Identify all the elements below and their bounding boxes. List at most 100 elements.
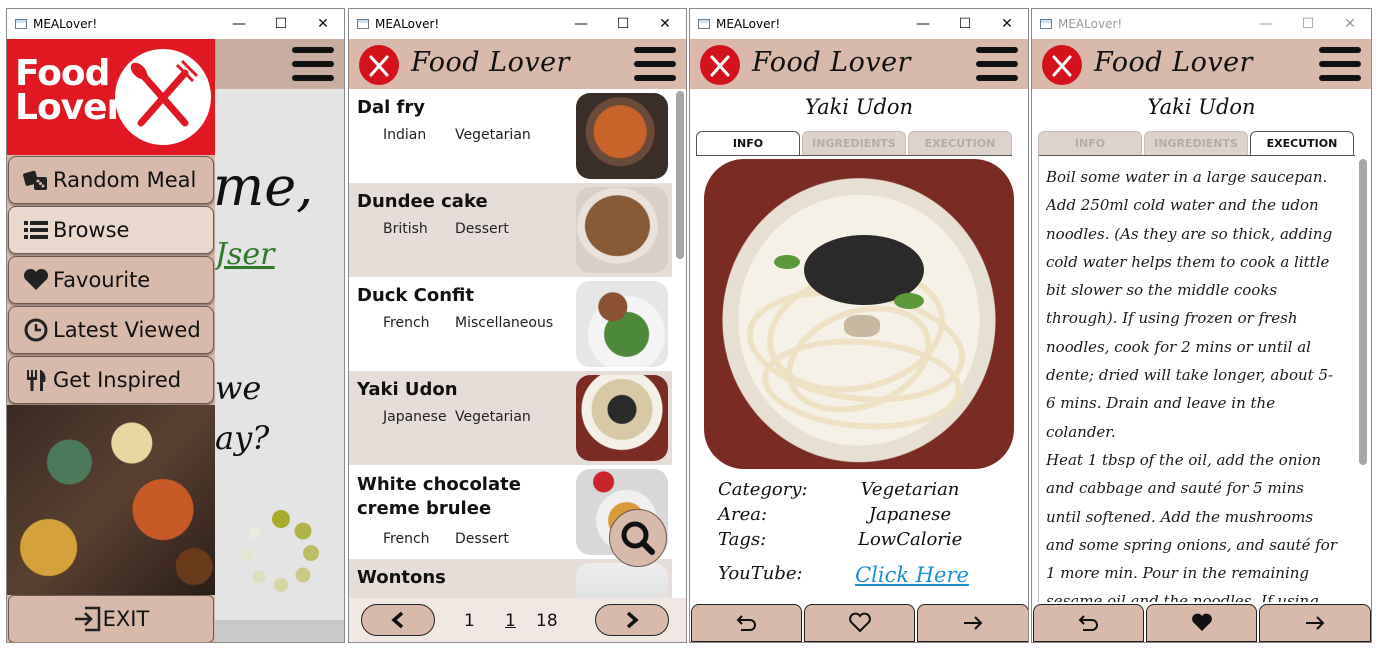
app-icon [15,19,27,29]
favourite-button[interactable] [804,604,915,642]
detail-bottom-bar [690,602,1028,642]
tab-ingredients[interactable]: INGREDIENTS [802,131,906,155]
hamburger-menu-icon[interactable] [292,47,334,81]
menu-item-random-meal[interactable]: Random Meal [8,156,214,204]
meal-area: French [383,315,430,331]
meal-thumbnail [576,563,668,598]
detail-bottom-bar [1032,602,1371,642]
meal-thumbnail [576,281,668,367]
next-page-button[interactable] [595,604,669,636]
close-button[interactable]: ✕ [1329,9,1371,39]
meal-area: Japanese [383,409,447,425]
navigation-drawer: Food Lover Random Meal Browse Favourite … [7,39,215,642]
chevron-right-icon [626,611,639,629]
title-bar: MEALover! — ☐ ✕ [7,9,344,39]
menu-item-label: Get Inspired [53,368,182,392]
back-button[interactable] [691,604,802,642]
welcome-text: me, [213,155,314,218]
brand-title: Food Lover [752,47,911,78]
list-icon [24,221,48,239]
tab-ingredients[interactable]: INGREDIENTS [1144,131,1248,155]
hamburger-menu-icon[interactable] [976,47,1018,81]
tags-value: LowCalorie [858,529,963,550]
meal-name: Dundee cake [357,191,488,212]
hamburger-menu-icon[interactable] [1319,47,1361,81]
exit-button[interactable]: EXIT [8,595,214,642]
forward-button[interactable] [917,604,1028,642]
meal-category: Dessert [455,531,509,547]
meal-thumbnail [576,375,668,461]
title-bar: MEALover! — ☐ ✕ [690,9,1028,39]
previous-page-button[interactable] [361,604,435,636]
maximize-button[interactable]: ☐ [602,9,644,39]
forward-icon [964,616,983,630]
maximize-button[interactable]: ☐ [944,9,986,39]
close-button[interactable]: ✕ [644,9,686,39]
meal-area: British [383,221,428,237]
heart-outline-icon [848,612,871,633]
app-header: Food Lover [349,39,686,89]
scrollbar[interactable] [676,91,684,259]
list-item[interactable]: Dundee cake British Dessert [349,183,672,277]
minimize-button[interactable]: — [560,9,602,39]
splash-footer [215,620,344,642]
app-icon [357,19,369,29]
question-text-line1: we [215,369,262,407]
scrollbar[interactable] [1359,159,1367,465]
tab-execution[interactable]: EXECUTION [1250,131,1354,155]
list-item[interactable]: Yaki Udon Japanese Vegetarian [349,371,672,465]
meal-area: French [383,531,430,547]
user-name-link[interactable]: Jser [215,237,275,272]
meal-category: Vegetarian [455,409,531,425]
minimize-button[interactable]: — [902,9,944,39]
window-title: MEALover! [1058,17,1123,31]
inspiration-food-image [7,405,215,595]
maximize-button[interactable]: ☐ [1287,9,1329,39]
window-title: MEALover! [375,17,440,31]
question-text-line2: ay? [215,419,270,457]
minimize-button[interactable]: — [218,9,260,39]
window-detail-execution: MEALover! — ☐ ✕ Food Lover Yaki Udon INF… [1031,8,1372,643]
favourite-button[interactable] [1146,604,1257,642]
window-title: MEALover! [33,17,98,31]
clock-icon [24,318,48,342]
menu-item-favourite[interactable]: Favourite [8,256,214,304]
tab-info[interactable]: INFO [696,131,800,155]
meal-thumbnail [576,187,668,273]
title-bar: MEALover! — ☐ ✕ [1032,9,1371,39]
menu-item-label: Random Meal [53,168,197,192]
meal-category: Dessert [455,221,509,237]
close-button[interactable]: ✕ [302,9,344,39]
hamburger-menu-icon[interactable] [634,47,676,81]
current-page-number[interactable]: 1 [505,611,516,631]
meal-category: Miscellaneous [455,315,554,331]
dice-icon [23,170,47,190]
tags-label: Tags: [718,529,767,550]
list-item[interactable]: Duck Confit French Miscellaneous [349,277,672,371]
first-page-number[interactable]: 1 [464,611,475,631]
menu-item-latest-viewed[interactable]: Latest Viewed [8,306,214,354]
app-icon [1040,19,1052,29]
area-value: Japanese [868,504,952,525]
chevron-left-icon [391,611,404,629]
maximize-button[interactable]: ☐ [260,9,302,39]
meal-name: Duck Confit [357,285,474,306]
close-button[interactable]: ✕ [986,9,1028,39]
logo-icon [359,45,399,85]
search-button[interactable] [609,509,667,567]
tab-info[interactable]: INFO [1038,131,1142,155]
menu-item-get-inspired[interactable]: Get Inspired [8,356,214,404]
menu-item-label: Browse [53,218,130,242]
back-button[interactable] [1033,604,1144,642]
tab-execution[interactable]: EXECUTION [908,131,1012,155]
food-lover-logo: Food Lover [7,39,215,155]
window-splash-drawer: MEALover! — ☐ ✕ me, Jser we ay? Food Love… [6,8,345,643]
list-item[interactable]: Dal fry Indian Vegetarian [349,89,672,183]
last-page-number[interactable]: 18 [536,611,558,631]
forward-button[interactable] [1259,604,1371,642]
logo-text-line2: Lover [15,87,124,128]
menu-item-label: Favourite [53,268,151,292]
minimize-button[interactable]: — [1245,9,1287,39]
menu-item-browse[interactable]: Browse [8,206,214,254]
youtube-link[interactable]: Click Here [852,563,972,587]
